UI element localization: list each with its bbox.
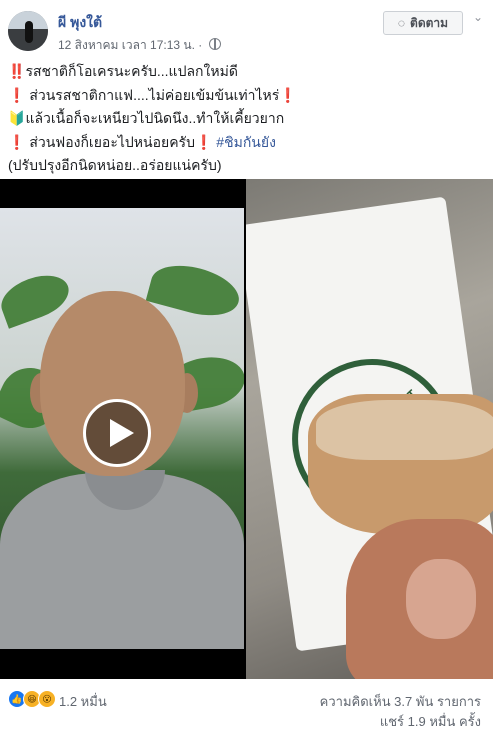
double-exclamation-icon: ‼️ bbox=[8, 63, 26, 79]
thumb bbox=[346, 519, 493, 679]
shares-count[interactable]: แชร์ 1.9 หมื่น ครั้ง bbox=[380, 711, 481, 732]
reaction-count[interactable]: 1.2 หมื่น bbox=[59, 691, 107, 712]
exclamation-icon: ❗ bbox=[194, 133, 213, 150]
post-line-text: รสชาติก็โอเครนะครับ...แปลกใหม่ดี bbox=[25, 63, 238, 79]
follow-button[interactable]: ◌ ติดตาม bbox=[383, 11, 463, 35]
follow-label: ติดตาม bbox=[410, 15, 449, 30]
post-line-text: ส่วนรสชาติกาแฟ....ไม่ค่อยเข้มข้นเท่าไหร่ bbox=[25, 86, 280, 103]
post-line-5: (ปรับปรุงอีกนิดหน่อย..อร่อยแน่ครับ) bbox=[8, 157, 222, 173]
post-header: ผี พุงใต้ 12 สิงหาคม เวลา 17:13 น. · ◌ ต… bbox=[0, 0, 493, 58]
post-meta: 12 สิงหาคม เวลา 17:13 น. · bbox=[58, 36, 221, 55]
wow-icon: 😮 bbox=[38, 690, 56, 708]
post-text: ‼️รสชาติก็โอเครนะครับ...แปลกใหม่ดี ❗ ส่ว… bbox=[8, 60, 488, 178]
avatar[interactable] bbox=[8, 11, 48, 51]
post-line-4: ❗ ส่วนฟองก็เยอะไปหน่อยครับ❗ #ชิมกันยัง bbox=[8, 131, 488, 155]
photo-attachment[interactable]: AMAZON Café bbox=[246, 179, 493, 679]
avatar-person bbox=[25, 21, 33, 43]
post-timestamp[interactable]: 12 สิงหาคม เวลา 17:13 น. bbox=[58, 38, 195, 52]
post-line-text: ส่วนฟองก็เยอะไปหน่อยครับ bbox=[25, 133, 195, 150]
reaction-icons[interactable]: 👍 😆 😮 bbox=[8, 690, 56, 708]
beginner-badge-icon: 🔰 bbox=[8, 110, 26, 126]
post-line-1: ‼️รสชาติก็โอเครนะครับ...แปลกใหม่ดี bbox=[8, 60, 488, 84]
rss-icon: ◌ bbox=[397, 16, 406, 30]
snack-item bbox=[308, 394, 493, 534]
exclamation-icon: ❗ bbox=[279, 86, 297, 103]
snack-bite bbox=[316, 400, 493, 460]
exclamation-icon: ❗ bbox=[8, 86, 26, 103]
media-attachments: AMAZON Café bbox=[0, 179, 493, 679]
thumbnail-nail bbox=[406, 559, 476, 639]
chevron-down-icon[interactable]: ⌄ bbox=[471, 10, 485, 24]
post-line-3: 🔰แล้วเนื้อก็จะเหนียวไปนิดนึง..ทำให้เคี้ย… bbox=[8, 107, 488, 131]
author-name[interactable]: ผี พุงใต้ bbox=[58, 12, 102, 34]
play-icon[interactable] bbox=[83, 399, 151, 467]
post-line-2: ❗ ส่วนรสชาติกาแฟ....ไม่ค่อยเข้มข้นเท่าไห… bbox=[8, 84, 488, 108]
post-line-text: แล้วเนื้อก็จะเหนียวไปนิดนึง..ทำให้เคี้ยว… bbox=[25, 110, 285, 126]
exclamation-icon: ❗ bbox=[8, 133, 26, 150]
hashtag-link[interactable]: #ชิมกันยัง bbox=[216, 134, 276, 150]
globe-icon bbox=[208, 38, 221, 50]
meta-separator: · bbox=[198, 38, 203, 52]
post-footer: 👍 😆 😮 1.2 หมื่น ความคิดเห็น 3.7 พัน รายก… bbox=[0, 686, 493, 734]
video-attachment[interactable] bbox=[0, 179, 244, 679]
comments-count[interactable]: ความคิดเห็น 3.7 พัน รายการ bbox=[320, 691, 481, 712]
